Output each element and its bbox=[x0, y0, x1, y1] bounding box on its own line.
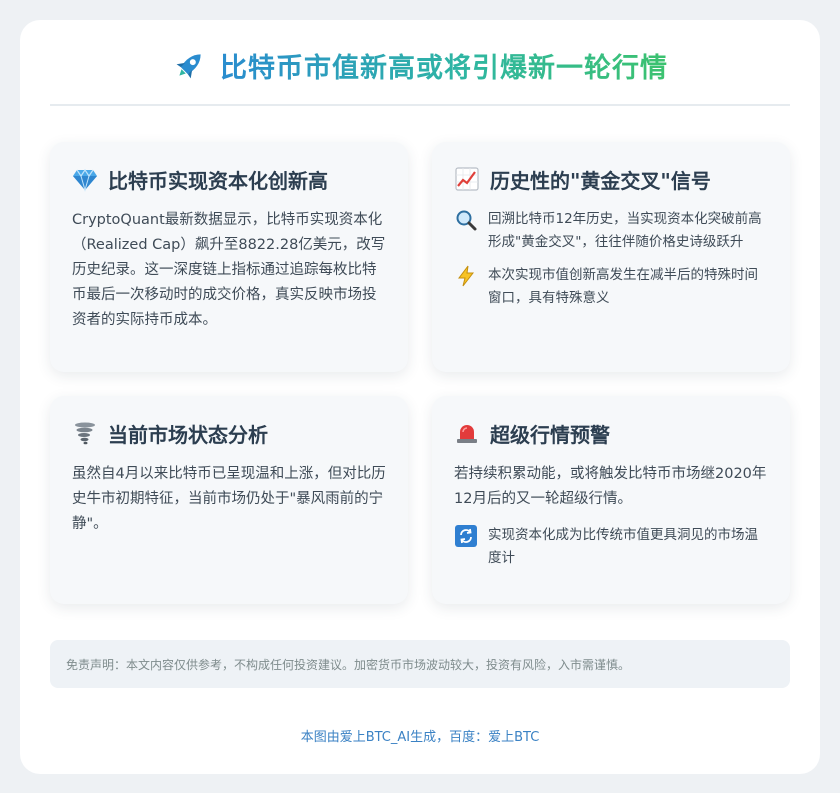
tornado-icon bbox=[72, 420, 98, 446]
panel-header: 历史性的"黄金交叉"信号 bbox=[454, 164, 768, 194]
panel-market-status: 当前市场状态分析 虽然自4月以来比特币已呈现温和上涨，但对比历史牛市初期特征，当… bbox=[50, 396, 408, 604]
bullet-text: 本次实现市值创新高发生在减半后的特殊时间窗口，具有特殊意义 bbox=[488, 267, 758, 306]
disclaimer: 免责声明：本文内容仅供参考，不构成任何投资建议。加密货币市场波动较大，投资有风险… bbox=[50, 640, 790, 688]
page-title: 比特币市值新高或将引爆新一轮行情 bbox=[220, 46, 668, 85]
magnifier-icon bbox=[454, 208, 478, 232]
panel-golden-cross: 历史性的"黄金交叉"信号 回溯比特币12年历史，当实现资本化突破前高形成"黄金交… bbox=[432, 142, 790, 372]
gem-icon bbox=[72, 166, 98, 192]
refresh-icon bbox=[454, 524, 478, 548]
list-item: 回溯比特币12年历史，当实现资本化突破前高形成"黄金交叉"，往往伴随价格史诗级跃… bbox=[454, 208, 768, 254]
panel-header: 超级行情预警 bbox=[454, 418, 768, 448]
list-item: 本次实现市值创新高发生在减半后的特殊时间窗口，具有特殊意义 bbox=[454, 264, 768, 310]
panel-super-rally: 超级行情预警 若持续积累动能，或将触发比特币市场继2020年12月后的又一轮超级… bbox=[432, 396, 790, 604]
footer-credit: 本图由爱上BTC_AI生成，百度：爱上BTC bbox=[300, 730, 540, 745]
panel-text: 虽然自4月以来比特币已呈现温和上涨，但对比历史牛市初期特征，当前市场仍处于"暴风… bbox=[72, 466, 386, 532]
panel-title: 当前市场状态分析 bbox=[108, 422, 268, 447]
panel-header: 当前市场状态分析 bbox=[72, 418, 386, 448]
panel-realized-cap: 比特币实现资本化创新高 CryptoQuant最新数据显示，比特币实现资本化（R… bbox=[50, 142, 408, 372]
panel-text: CryptoQuant最新数据显示，比特币实现资本化（Realized Cap）… bbox=[72, 212, 386, 328]
title-wrap: 比特币市值新高或将引爆新一轮行情 bbox=[172, 46, 668, 85]
header: 比特币市值新高或将引爆新一轮行情 bbox=[50, 20, 790, 106]
panel-title: 超级行情预警 bbox=[490, 422, 610, 447]
panel-header: 比特币实现资本化创新高 bbox=[72, 164, 386, 194]
lightning-icon bbox=[454, 264, 478, 288]
chart-increasing-icon bbox=[454, 166, 480, 192]
panel-text: 若持续积累动能，或将触发比特币市场继2020年12月后的又一轮超级行情。 bbox=[454, 466, 767, 507]
panel-title: 历史性的"黄金交叉"信号 bbox=[490, 168, 711, 193]
panel-title: 比特币实现资本化创新高 bbox=[108, 168, 328, 193]
list-item: 实现资本化成为比传统市值更具洞见的市场温度计 bbox=[454, 524, 768, 570]
siren-icon bbox=[454, 420, 480, 446]
bullet-text: 实现资本化成为比传统市值更具洞见的市场温度计 bbox=[488, 527, 758, 566]
main-card: 比特币市值新高或将引爆新一轮行情 比特币实现资本化创新高 CryptoQuant… bbox=[20, 20, 820, 774]
bullet-text: 回溯比特币12年历史，当实现资本化突破前高形成"黄金交叉"，往往伴随价格史诗级跃… bbox=[488, 211, 762, 250]
rocket-icon bbox=[172, 47, 208, 83]
